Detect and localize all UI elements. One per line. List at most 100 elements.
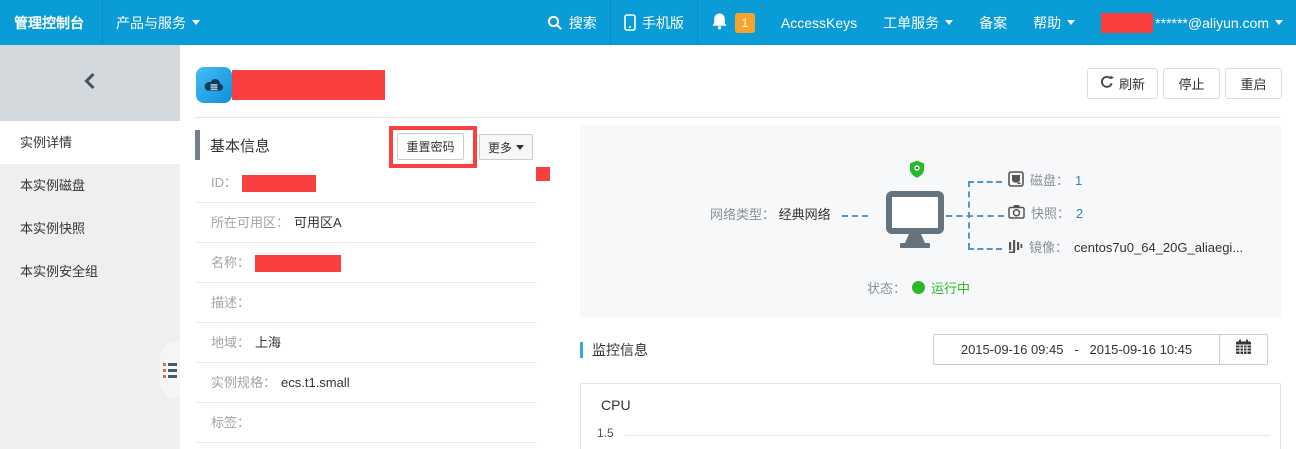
image-label: 镜像： [1029, 239, 1068, 257]
refresh-button[interactable]: 刷新 [1087, 68, 1158, 99]
snapshot-count-link[interactable]: 2 [1076, 205, 1083, 223]
info-row-name: 名称： [195, 243, 537, 283]
network-type-label: 网络类型： [710, 207, 775, 222]
shield-icon [909, 160, 925, 182]
basic-info-title: 基本信息 [210, 135, 270, 156]
status-running-dot [912, 281, 925, 294]
info-row-zone: 所在可用区：可用区A [195, 203, 537, 243]
account-email: ******@aliyun.com [1155, 15, 1269, 31]
basic-info-rows: ID： 所在可用区：可用区A 名称： 描述： 地域：上海 实例规格：ecs.t1… [195, 163, 537, 443]
disk-icon [1008, 171, 1024, 192]
image-icon [1008, 238, 1023, 259]
more-label: 更多 [488, 139, 512, 156]
row-value: 可用区A [294, 215, 342, 230]
row-label: 实例规格： [211, 375, 276, 390]
restart-button[interactable]: 重启 [1225, 68, 1282, 99]
disk-count-link[interactable]: 1 [1075, 172, 1082, 190]
search-icon [547, 15, 563, 31]
sidebar-item-instance-disks[interactable]: 本实例磁盘 [0, 164, 180, 207]
sidebar-item-instance-security-groups[interactable]: 本实例安全组 [0, 250, 180, 293]
row-value: 上海 [255, 335, 281, 350]
status-row: 状态： 运行中 [867, 278, 970, 296]
status-value: 运行中 [931, 278, 970, 297]
image-name: centos7u0_64_20G_aliaegi... [1074, 239, 1243, 257]
info-row-id: ID： [195, 163, 537, 203]
sidebar-item-instance-details[interactable]: 实例详情 [0, 121, 180, 164]
monitoring-title: 监控信息 [592, 340, 648, 360]
info-row-description: 描述： [195, 283, 537, 323]
help-menu[interactable]: 帮助 [1020, 0, 1088, 45]
cpu-ytick-label: 1.5 [597, 426, 614, 440]
ticket-service-label: 工单服务 [883, 13, 939, 33]
more-dropdown-button[interactable]: 更多 [479, 134, 533, 160]
topbar: 管理控制台 产品与服务 搜索 手机版 [0, 0, 1296, 45]
host-monitor-icon [886, 191, 944, 254]
mobile-version-link[interactable]: 手机版 [611, 0, 697, 45]
info-row-tags: 标签： [195, 403, 537, 443]
dashed-connector [842, 215, 868, 217]
refresh-label: 刷新 [1119, 74, 1145, 93]
refresh-icon [1100, 75, 1114, 92]
row-label: 描述： [211, 295, 250, 310]
chevron-down-icon [1275, 20, 1283, 25]
mobile-icon [624, 14, 636, 31]
cpu-gridline [625, 435, 1270, 436]
camera-icon [1008, 204, 1025, 224]
help-label: 帮助 [1033, 13, 1061, 33]
sidebar-toggle-handle[interactable] [160, 342, 180, 398]
bell-icon [711, 12, 728, 33]
date-range-input[interactable]: 2015-09-16 09:45 - 2015-09-16 10:45 [933, 334, 1220, 365]
status-label: 状态： [867, 278, 906, 297]
row-value: ecs.t1.small [281, 375, 350, 390]
dashed-connector [968, 248, 1002, 250]
chevron-left-icon [81, 71, 99, 96]
row-label: 标签： [211, 415, 250, 430]
search-button[interactable]: 搜索 [534, 0, 610, 45]
list-bars-icon [163, 363, 177, 378]
chevron-down-icon [192, 20, 200, 25]
calendar-icon [1235, 339, 1252, 360]
instance-topology-panel: 网络类型： 经典网络 [580, 125, 1281, 318]
disk-label: 磁盘： [1030, 172, 1069, 190]
basic-info-panel: 基本信息 重置密码 更多 ID： 所在可用区：可用区A 名称： [195, 127, 537, 443]
snapshot-label: 快照： [1031, 205, 1070, 223]
panel-accent-bar [580, 342, 583, 358]
snapshot-resource-row: 快照： 2 [1008, 205, 1083, 223]
search-label: 搜索 [569, 13, 597, 33]
calendar-button[interactable] [1220, 334, 1268, 365]
id-redaction [242, 175, 316, 192]
row-label: 名称： [211, 255, 250, 270]
stop-button[interactable]: 停止 [1163, 68, 1220, 99]
basic-info-header: 基本信息 重置密码 更多 [195, 127, 537, 163]
sidebar-nav: 实例详情 本实例磁盘 本实例快照 本实例安全组 [0, 121, 180, 293]
sidebar-collapse-button[interactable] [0, 45, 180, 121]
aliyun-console-page: 管理控制台 产品与服务 搜索 手机版 [0, 0, 1296, 449]
header-divider [195, 117, 1281, 118]
products-services-menu[interactable]: 产品与服务 [103, 0, 213, 45]
chevron-down-icon [1067, 20, 1075, 25]
dashed-connector [968, 181, 1002, 183]
dashed-connector [946, 215, 1004, 217]
chevron-down-icon [945, 20, 953, 25]
sidebar-item-instance-snapshots[interactable]: 本实例快照 [0, 207, 180, 250]
red-annotation-box [389, 126, 477, 168]
console-home-link[interactable]: 管理控制台 [0, 0, 102, 45]
notifications-button[interactable]: 1 [698, 0, 768, 45]
ticket-service-menu[interactable]: 工单服务 [870, 0, 966, 45]
accesskeys-link[interactable]: AccessKeys [768, 0, 870, 45]
mobile-version-label: 手机版 [642, 13, 684, 33]
beian-link[interactable]: 备案 [966, 0, 1020, 45]
account-menu[interactable]: ******@aliyun.com [1088, 0, 1296, 45]
chevron-down-icon [516, 145, 524, 150]
notification-count-badge[interactable]: 1 [735, 13, 755, 33]
info-row-instance-type: 实例规格： ecs.t1.small [195, 363, 537, 403]
cpu-chart-panel: CPU 1.5 [580, 383, 1281, 449]
red-square-annotation [536, 167, 550, 181]
dashed-connector [968, 181, 970, 249]
network-type-value: 经典网络 [779, 207, 831, 222]
main-content: 刷新 停止 重启 基本信息 重置密码 更多 ID： 所在可 [180, 45, 1296, 449]
ecs-instance-icon [196, 67, 232, 103]
cpu-chart-title: CPU [601, 397, 631, 413]
sidebar: 实例详情 本实例磁盘 本实例快照 本实例安全组 [0, 45, 180, 449]
row-label: ID： [211, 175, 237, 190]
